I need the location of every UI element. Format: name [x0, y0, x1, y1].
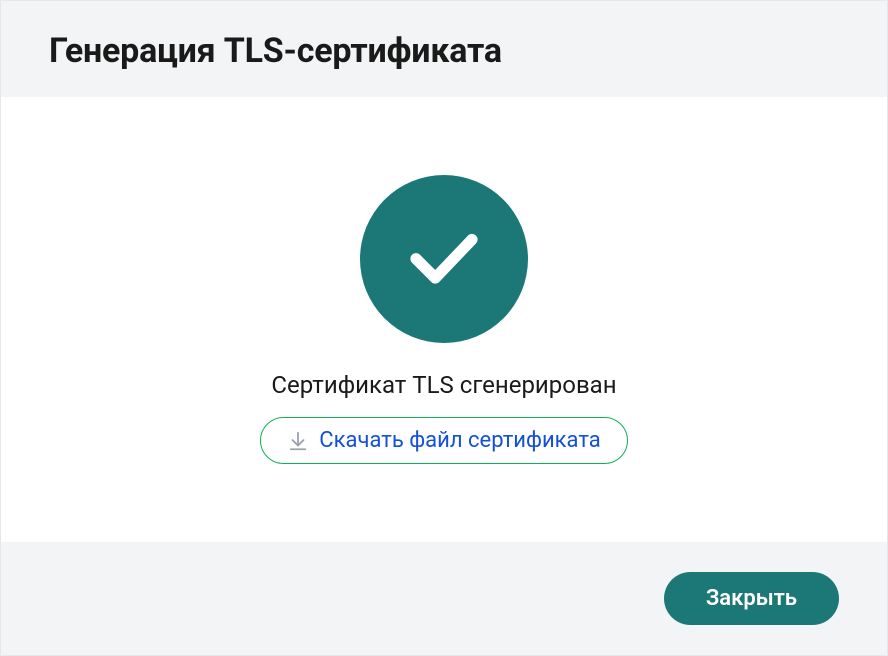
dialog-footer: Закрыть	[1, 542, 887, 655]
success-indicator	[360, 175, 528, 343]
download-button-label: Скачать файл сертификата	[319, 428, 600, 453]
dialog-content: Сертификат TLS сгенерирован Скачать файл…	[1, 97, 887, 542]
dialog-header: Генерация TLS-сертификата	[1, 1, 887, 97]
tls-certificate-dialog: Генерация TLS-сертификата Сертификат TLS…	[0, 0, 888, 656]
close-button[interactable]: Закрыть	[664, 572, 839, 625]
status-message: Сертификат TLS сгенерирован	[271, 371, 616, 399]
close-button-label: Закрыть	[706, 586, 797, 611]
download-certificate-button[interactable]: Скачать файл сертификата	[260, 417, 627, 464]
dialog-title: Генерация TLS-сертификата	[49, 31, 839, 71]
checkmark-icon	[402, 215, 486, 303]
download-icon	[287, 430, 309, 452]
